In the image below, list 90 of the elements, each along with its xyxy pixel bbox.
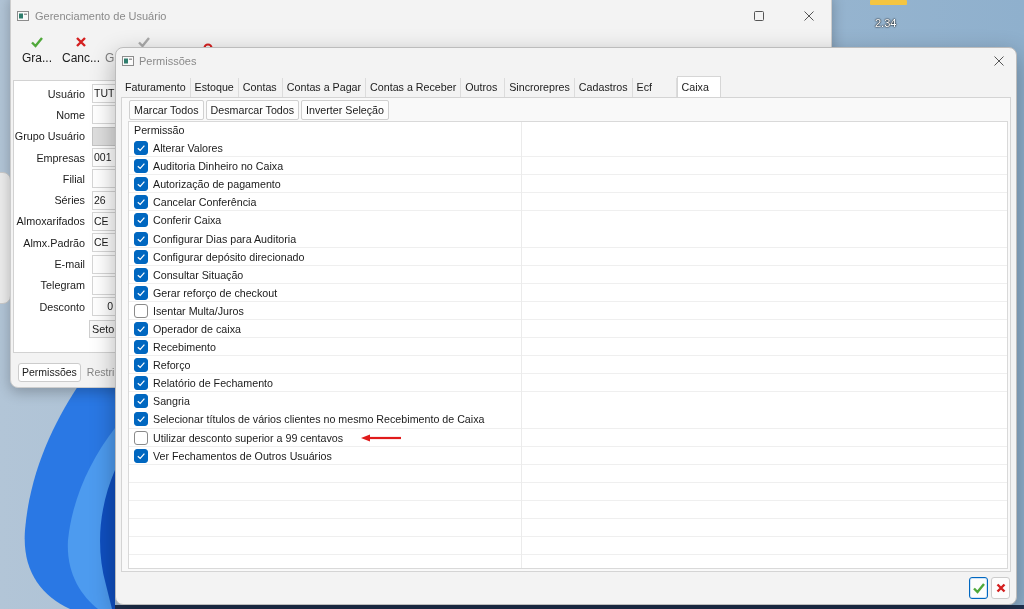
input-field[interactable]: 26: [92, 190, 115, 210]
input-field[interactable]: TUT: [92, 84, 115, 104]
checkbox[interactable]: [134, 322, 148, 336]
checkbox[interactable]: [134, 430, 148, 445]
field-label: Filial: [61, 172, 85, 185]
button[interactable]: Desmarcar Todos: [205, 100, 300, 120]
field-label: Desconto: [38, 300, 85, 313]
field-label: Almoxarifados: [15, 215, 85, 228]
permission-label: Isentar Multa/Juros: [153, 304, 244, 317]
checkbox[interactable]: [134, 195, 148, 210]
button[interactable]: Marcar Todos: [129, 100, 204, 120]
checkmark-icon: [136, 378, 146, 389]
input-field[interactable]: 001: [92, 148, 115, 168]
column-header: Permissão: [134, 124, 185, 136]
checkbox[interactable]: [134, 267, 148, 282]
app-icon: [122, 56, 134, 66]
input-field[interactable]: [92, 105, 115, 125]
checkmark-icon: [136, 342, 146, 353]
sector-button[interactable]: Seto: [89, 320, 115, 339]
input-field[interactable]: [92, 275, 115, 295]
button[interactable]: Inverter Seleção: [301, 100, 389, 120]
permission-label: Configurar depósito direcionado: [153, 250, 305, 263]
close-icon[interactable]: [994, 56, 1004, 66]
ok-button[interactable]: [969, 577, 988, 599]
permission-label: Utilizar desconto superior a 99 centavos: [153, 431, 344, 444]
field-label: Usuário: [46, 87, 85, 100]
input-field[interactable]: 0: [92, 297, 115, 317]
tab-button[interactable]: Permissões: [18, 363, 81, 382]
checkmark-icon: [136, 396, 146, 407]
checkbox[interactable]: [134, 376, 148, 391]
checkbox[interactable]: [134, 394, 148, 409]
checkbox[interactable]: [134, 285, 148, 300]
input-field[interactable]: [92, 254, 115, 274]
field-label: E-mail: [53, 258, 85, 270]
toolbar-button[interactable]: Canc...: [62, 31, 100, 71]
field-label: Nome: [55, 108, 85, 121]
permission-label: Selecionar títulos de vários clientes no mesmo Recebimento de Caixa: [153, 413, 485, 426]
window-title: Permissões: [139, 55, 197, 67]
checkmark-icon: [31, 36, 43, 48]
checkmark-icon: [136, 197, 146, 208]
permission-label: Ver Fechamentos de Outros Usuários: [153, 449, 332, 462]
checkbox[interactable]: [134, 448, 148, 463]
input-field[interactable]: CE: [92, 211, 115, 231]
input-field[interactable]: CE: [92, 233, 115, 253]
checkmark-icon: [136, 414, 146, 425]
permission-label: Auditoria Dinheiro no Caixa: [153, 160, 284, 173]
field-label: Grupo Usuário: [14, 130, 85, 143]
checkmark-icon: [136, 161, 146, 172]
permission-label: Operador de caixa: [153, 323, 241, 335]
checkbox[interactable]: [134, 340, 148, 355]
tab[interactable]: Caixa: [676, 76, 721, 97]
field-label: Empresas: [35, 151, 85, 164]
checkbox[interactable]: [134, 231, 148, 246]
input-field[interactable]: [92, 169, 115, 189]
cross-icon: [994, 582, 1007, 594]
app-icon: [17, 11, 29, 21]
checkmark-icon: [136, 324, 146, 334]
checkbox[interactable]: [134, 412, 148, 427]
field-label: Séries: [53, 194, 85, 207]
permission-label: Sangria: [153, 395, 190, 408]
permission-label: Recebimento: [153, 341, 216, 354]
checkbox[interactable]: [134, 358, 148, 373]
cross-icon: [75, 36, 87, 48]
field-label: Almx.Padrão: [22, 236, 85, 249]
checkbox[interactable]: [134, 177, 148, 192]
permission-label: Configurar Dias para Auditoria: [153, 232, 297, 245]
checkbox[interactable]: [134, 159, 148, 174]
permission-label: Cancelar Conferência: [153, 196, 257, 209]
checkbox[interactable]: [134, 213, 148, 228]
checkbox[interactable]: [134, 249, 148, 264]
checkmark-icon: [136, 360, 146, 371]
checkmark-icon: [136, 215, 146, 226]
permission-label: Relatório de Fechamento: [153, 377, 273, 390]
permission-label: Reforço: [153, 359, 191, 372]
permission-label: Consultar Situação: [153, 268, 244, 281]
field-label: Telegram: [39, 279, 85, 292]
close-icon[interactable]: [804, 11, 814, 21]
permission-label: Alterar Valores: [153, 142, 223, 155]
window-title: Gerenciamento de Usuário: [35, 10, 167, 22]
permission-label: Gerar reforço de checkout: [153, 286, 278, 299]
permission-label: Autorização de pagamento: [153, 178, 281, 191]
checkmark-icon: [136, 143, 146, 154]
checkmark-icon: [136, 179, 146, 190]
maximize-icon[interactable]: [754, 11, 764, 21]
checkbox[interactable]: [134, 141, 148, 156]
permission-label: Conferir Caixa: [153, 214, 222, 227]
checkmark-icon: [972, 582, 985, 594]
toolbar-button[interactable]: Gra...: [22, 31, 52, 71]
cancel-button[interactable]: [991, 577, 1010, 599]
checkbox[interactable]: [134, 303, 148, 318]
